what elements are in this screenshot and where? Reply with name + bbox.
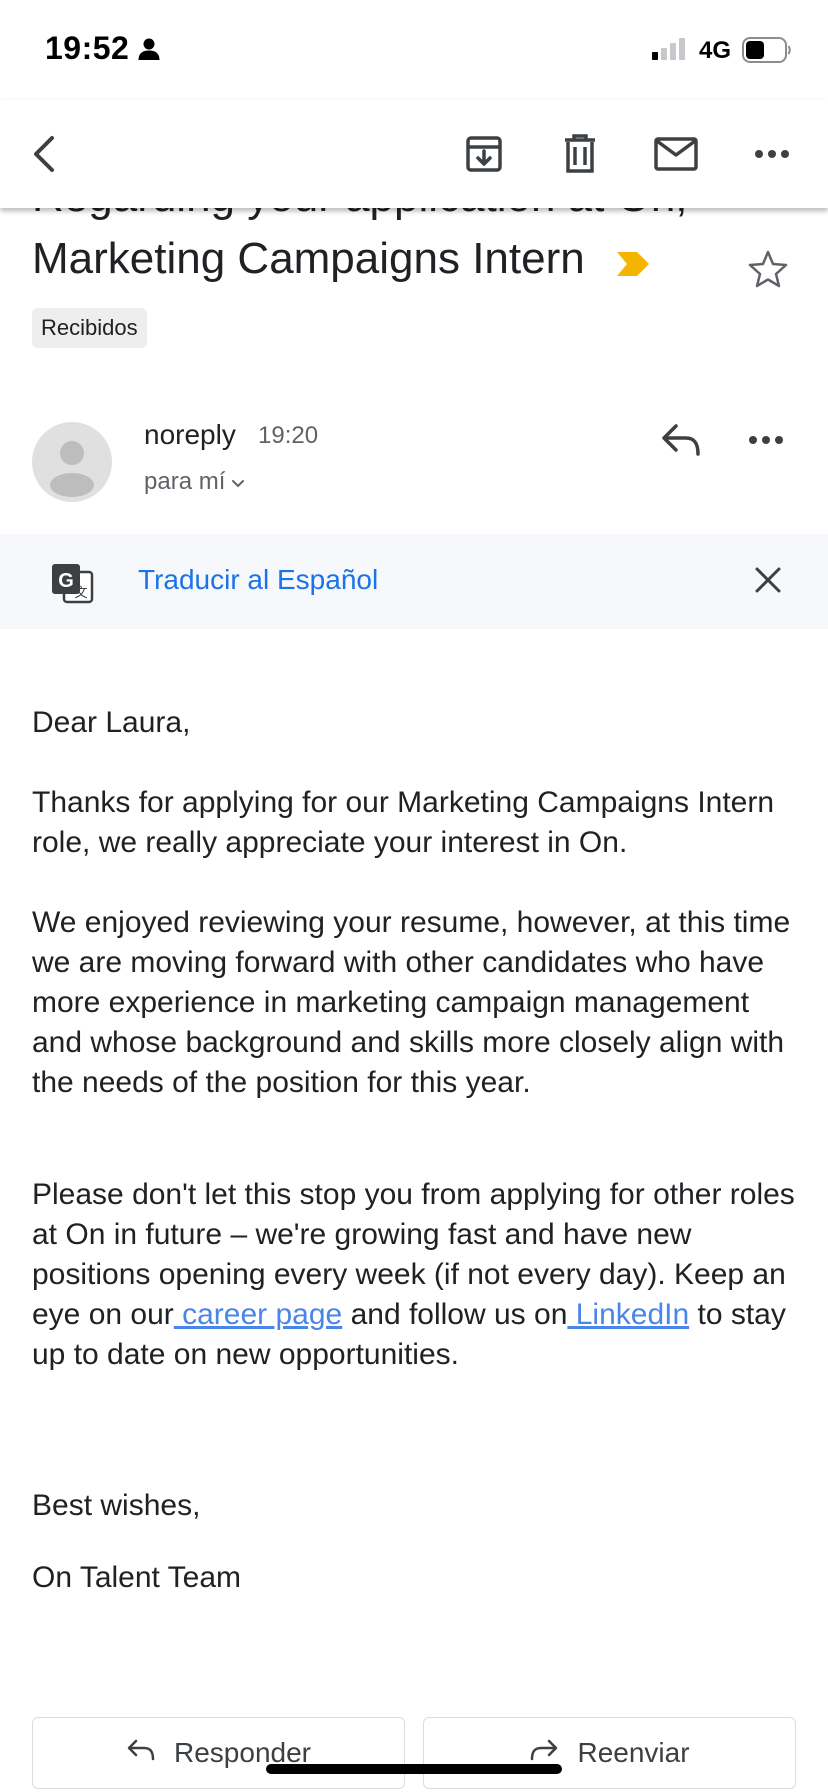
email-toolbar [0, 100, 828, 208]
trash-icon[interactable] [548, 122, 612, 186]
recipient-toggle[interactable]: para mí [144, 468, 245, 496]
status-time: 19:52 [45, 30, 130, 66]
battery-icon [742, 37, 792, 68]
importance-marker-icon[interactable] [615, 250, 651, 283]
recipient-label: para mí [144, 468, 226, 495]
translate-banner: G 文 Traducir al Español [0, 534, 828, 629]
label-chip-inbox[interactable]: Recibidos [32, 308, 147, 348]
close-icon[interactable] [754, 566, 782, 599]
forward-button[interactable]: Reenviar [423, 1717, 796, 1789]
svg-text:文: 文 [74, 585, 87, 600]
body-paragraph-3: Please don't let this stop you from appl… [32, 1175, 802, 1375]
sender-name[interactable]: noreply [144, 419, 236, 451]
archive-icon[interactable] [452, 122, 516, 186]
chevron-down-icon [231, 468, 245, 496]
star-icon[interactable] [748, 250, 788, 293]
forward-button-label: Reenviar [577, 1737, 690, 1768]
greeting: Dear Laura, [32, 706, 191, 739]
more-icon[interactable] [740, 122, 804, 186]
sign-off: Best wishes, [32, 1489, 201, 1522]
signature-team: On Talent Team [32, 1561, 242, 1594]
body-paragraph-3-text-b: and follow us on [342, 1298, 568, 1331]
translate-link[interactable]: Traducir al Español [138, 564, 378, 596]
linkedin-link[interactable]: LinkedIn [567, 1298, 689, 1331]
signal-icon [652, 38, 685, 60]
career-page-link[interactable]: career page [174, 1298, 342, 1331]
sent-time: 19:20 [258, 422, 319, 449]
person-icon [137, 37, 161, 66]
reply-icon[interactable] [660, 420, 704, 465]
status-bar: 19:52 4G [0, 0, 828, 100]
svg-text:G: G [58, 570, 74, 592]
network-type: 4G [699, 37, 732, 64]
subject-line-2: Marketing Campaigns Intern [32, 234, 585, 283]
translate-icon: G 文 [50, 562, 94, 609]
home-indicator[interactable] [266, 1764, 562, 1774]
reply-button[interactable]: Responder [32, 1717, 405, 1789]
reply-button-icon [126, 1737, 156, 1769]
mail-icon[interactable] [644, 122, 708, 186]
body-paragraph-2: We enjoyed reviewing your resume, howeve… [32, 906, 791, 1099]
message-more-icon[interactable] [748, 432, 784, 450]
back-arrow-icon[interactable] [12, 122, 76, 186]
avatar[interactable] [32, 422, 112, 502]
body-paragraph-1: Thanks for applying for our Marketing Ca… [32, 786, 775, 859]
